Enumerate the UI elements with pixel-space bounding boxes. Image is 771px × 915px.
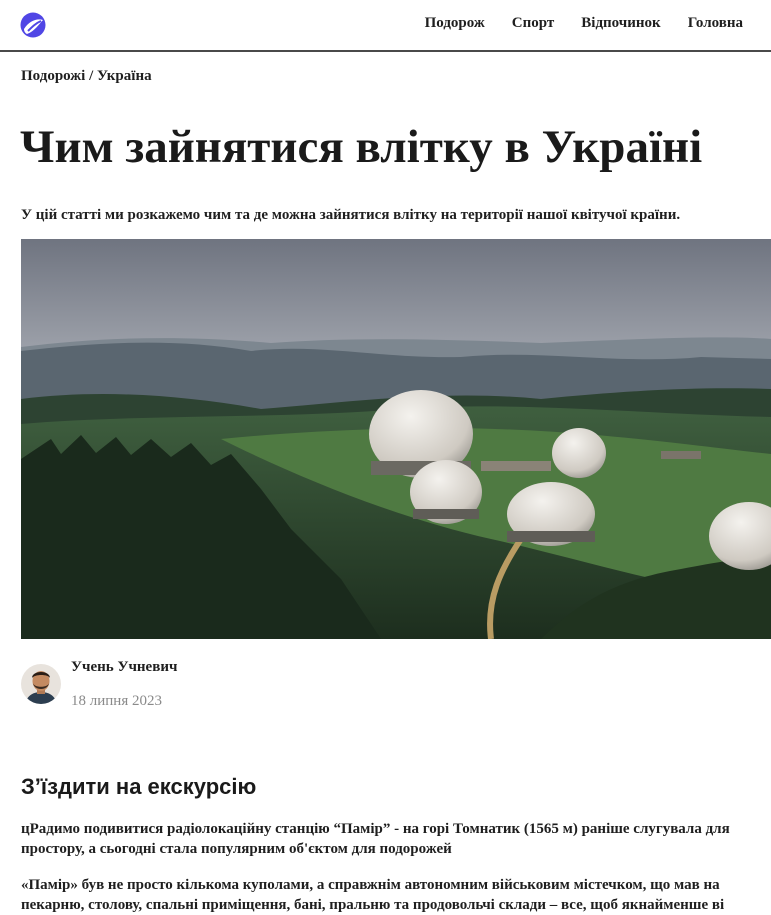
paragraph-line: простору, а сьогодні стала популярним об… [21,841,452,857]
main-nav: Подорож Спорт Відпочинок Головна [425,15,743,32]
site-logo-icon[interactable] [20,12,46,38]
nav-link-home[interactable]: Головна [688,15,743,32]
paragraph-line: пекарню, столову, спальні приміщення, ба… [21,897,725,913]
breadcrumb-travel-link[interactable]: Подорожі [21,68,85,84]
paragraph-line: цРадимо подивитися радіолокаційну станці… [21,821,730,837]
article-paragraph: «Памір» був не просто кількома куполами,… [21,875,771,915]
page-title: Чим зайнятися влітку в Україні [20,121,703,173]
paragraph-line: «Памір» був не просто кількома куполами,… [21,877,720,893]
breadcrumb-separator: / [85,68,98,84]
breadcrumb-ukraine-link[interactable]: Україна [97,68,152,84]
section-heading: З’їздити на екскурсію [21,774,257,799]
nav-link-travel[interactable]: Подорож [425,15,485,32]
article-paragraph: цРадимо подивитися радіолокаційну станці… [21,819,771,859]
publish-date: 18 липня 2023 [71,693,162,709]
author-avatar[interactable] [21,664,61,704]
hero-image [21,239,771,639]
author-name[interactable]: Учень Учневич [71,659,177,676]
breadcrumb: Подорожі / Україна [21,68,152,85]
site-header: Подорож Спорт Відпочинок Головна [0,0,771,52]
article-lead: У цій статті ми розкажемо чим та де можн… [21,207,681,223]
nav-link-leisure[interactable]: Відпочинок [581,15,660,32]
nav-link-sport[interactable]: Спорт [512,15,555,32]
